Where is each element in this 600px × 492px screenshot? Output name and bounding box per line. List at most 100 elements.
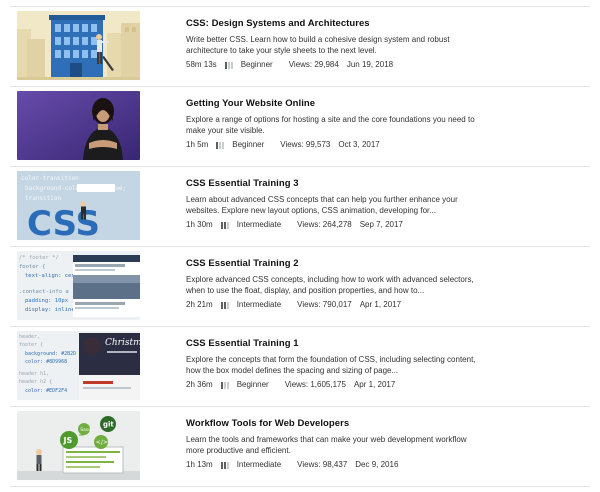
- course-title[interactable]: CSS Essential Training 3: [186, 178, 486, 190]
- course-info: Workflow Tools for Web Developers Learn …: [186, 418, 486, 470]
- thumb-code-line: padding: 10px: [25, 298, 69, 304]
- course-thumbnail-css-essential-1[interactable]: header, footer { background: #2B2D color…: [17, 331, 140, 400]
- course-row[interactable]: JS Sass git </> Workflow Tools for Web D…: [10, 407, 590, 487]
- course-title[interactable]: Workflow Tools for Web Developers: [186, 418, 486, 430]
- course-list: CSS: Design Systems and Architectures Wr…: [0, 7, 600, 487]
- css-code-illustration-icon: color-transition background-color: light…: [17, 171, 140, 240]
- level-bars-icon: [220, 301, 229, 309]
- course-row[interactable]: CSS: Design Systems and Architectures Wr…: [10, 7, 590, 87]
- course-duration: 1h 30m: [186, 220, 213, 229]
- course-description: Explore the concepts that form the found…: [186, 355, 476, 375]
- thumb-code-line: footer {: [19, 342, 43, 348]
- course-row[interactable]: /* footer */ footer { text-align: cen .c…: [10, 247, 590, 327]
- course-title[interactable]: Getting Your Website Online: [186, 98, 486, 110]
- course-views: Views: 99,573: [280, 140, 331, 149]
- course-level: Intermediate: [220, 220, 289, 230]
- thumb-code-line: .contact-info a: [19, 289, 69, 295]
- course-date: Sep 7, 2017: [359, 220, 403, 229]
- thumb-code-line: /* footer */: [19, 255, 59, 261]
- course-title[interactable]: CSS Essential Training 2: [186, 258, 486, 270]
- thumb-code-line: display: inline: [25, 307, 75, 313]
- course-thumbnail-css-design-systems[interactable]: [17, 11, 140, 80]
- course-info: CSS Essential Training 3 Learn about adv…: [186, 178, 486, 230]
- thumb-code-line: header,: [19, 334, 40, 340]
- course-date: Apr 1, 2017: [353, 380, 396, 389]
- course-meta: 58m 13s Beginner Views: 29,984 Jun 19, 2…: [186, 60, 486, 70]
- course-level-label: Intermediate: [236, 300, 282, 309]
- thumb-code-line: color-transition: [21, 175, 79, 182]
- course-level-label: Beginner: [240, 60, 273, 69]
- code-and-website-illustration-icon: /* footer */ footer { text-align: cen .c…: [17, 251, 140, 320]
- course-description: Learn the tools and frameworks that can …: [186, 435, 467, 455]
- thumb-code-line: background: #2B2D: [25, 351, 76, 357]
- course-row[interactable]: Getting Your Website Online Explore a ra…: [10, 87, 590, 167]
- course-level-label: Beginner: [236, 380, 269, 389]
- course-description: Write better CSS. Learn how to build a c…: [186, 35, 450, 55]
- course-info: CSS Essential Training 1 Explore the con…: [186, 338, 486, 390]
- course-description: Explore a range of options for hosting a…: [186, 115, 475, 135]
- course-title[interactable]: CSS: Design Systems and Architectures: [186, 18, 486, 30]
- building-illustration-icon: [17, 11, 140, 80]
- instructor-photo-icon: [17, 91, 140, 160]
- course-date: Apr 1, 2017: [359, 300, 402, 309]
- thumb-badge-js: JS: [63, 436, 73, 445]
- thumb-code-line: header h1,: [19, 371, 49, 377]
- course-duration: 1h 13m: [186, 460, 213, 469]
- course-meta: 1h 13m Intermediate Views: 98,437 Dec 9,…: [186, 460, 486, 470]
- course-thumbnail-website-online[interactable]: [17, 91, 140, 160]
- course-views: Views: 264,278: [297, 220, 352, 229]
- course-date: Dec 9, 2016: [355, 460, 399, 469]
- code-and-christmas-site-illustration-icon: header, footer { background: #2B2D color…: [17, 331, 140, 400]
- course-thumbnail-css-essential-2[interactable]: /* footer */ footer { text-align: cen .c…: [17, 251, 140, 320]
- level-bars-icon: [220, 381, 229, 389]
- workflow-tools-illustration-icon: JS Sass git </>: [17, 411, 140, 480]
- course-row[interactable]: color-transition background-color: light…: [10, 167, 590, 247]
- thumb-code-line: transition: [25, 195, 62, 202]
- thumb-code-line: footer {: [19, 264, 46, 270]
- level-bars-icon: [220, 461, 229, 469]
- course-duration: 58m 13s: [186, 60, 217, 69]
- course-level-label: Intermediate: [236, 460, 282, 469]
- course-duration: 1h 5m: [186, 140, 209, 149]
- course-meta: 2h 36m Beginner Views: 1,605,175 Apr 1, …: [186, 380, 486, 390]
- course-level: Beginner: [216, 140, 272, 150]
- course-level: Beginner: [224, 60, 281, 70]
- course-thumbnail-css-essential-3[interactable]: color-transition background-color: light…: [17, 171, 140, 240]
- course-views: Views: 790,017: [297, 300, 352, 309]
- course-level-label: Intermediate: [236, 220, 282, 229]
- level-bars-icon: [220, 221, 229, 229]
- course-description: Explore advanced CSS concepts, including…: [186, 275, 474, 295]
- course-meta: 2h 21m Intermediate Views: 790,017 Apr 1…: [186, 300, 486, 310]
- course-views: Views: 1,605,175: [284, 380, 346, 389]
- course-meta: 1h 30m Intermediate Views: 264,278 Sep 7…: [186, 220, 486, 230]
- thumb-badge-code: </>: [96, 439, 108, 446]
- course-views: Views: 98,437: [297, 460, 348, 469]
- course-date: Oct 3, 2017: [338, 140, 380, 149]
- thumb-badge-git: git: [103, 421, 114, 429]
- course-duration: 2h 21m: [186, 300, 213, 309]
- course-thumbnail-workflow-tools[interactable]: JS Sass git </>: [17, 411, 140, 480]
- course-info: Getting Your Website Online Explore a ra…: [186, 98, 486, 150]
- course-meta: 1h 5m Beginner Views: 99,573 Oct 3, 2017: [186, 140, 486, 150]
- course-date: Jun 19, 2018: [346, 60, 394, 69]
- thumb-code-line: header h2 {: [19, 379, 52, 385]
- course-duration: 2h 36m: [186, 380, 213, 389]
- course-views: Views: 29,984: [288, 60, 339, 69]
- thumb-code-line: text-align: cen: [25, 273, 75, 279]
- course-level: Intermediate: [220, 460, 289, 470]
- thumb-code-line: color: #EDF2F4: [25, 388, 67, 394]
- level-bars-icon: [224, 61, 233, 69]
- course-level: Intermediate: [220, 300, 289, 310]
- thumb-christmas-word: Christmas: [105, 338, 140, 348]
- thumb-code-line: color: #8D9968: [25, 359, 67, 365]
- course-level-label: Beginner: [232, 140, 265, 149]
- thumb-badge-sass: Sass: [80, 427, 91, 433]
- course-row[interactable]: header, footer { background: #2B2D color…: [10, 327, 590, 407]
- level-bars-icon: [216, 141, 225, 149]
- course-title[interactable]: CSS Essential Training 1: [186, 338, 486, 350]
- course-description: Learn about advanced CSS concepts that c…: [186, 195, 458, 215]
- thumb-css-word: CSS: [27, 204, 100, 240]
- course-info: CSS Essential Training 2 Explore advance…: [186, 258, 486, 310]
- course-level: Beginner: [220, 380, 277, 390]
- course-info: CSS: Design Systems and Architectures Wr…: [186, 18, 486, 70]
